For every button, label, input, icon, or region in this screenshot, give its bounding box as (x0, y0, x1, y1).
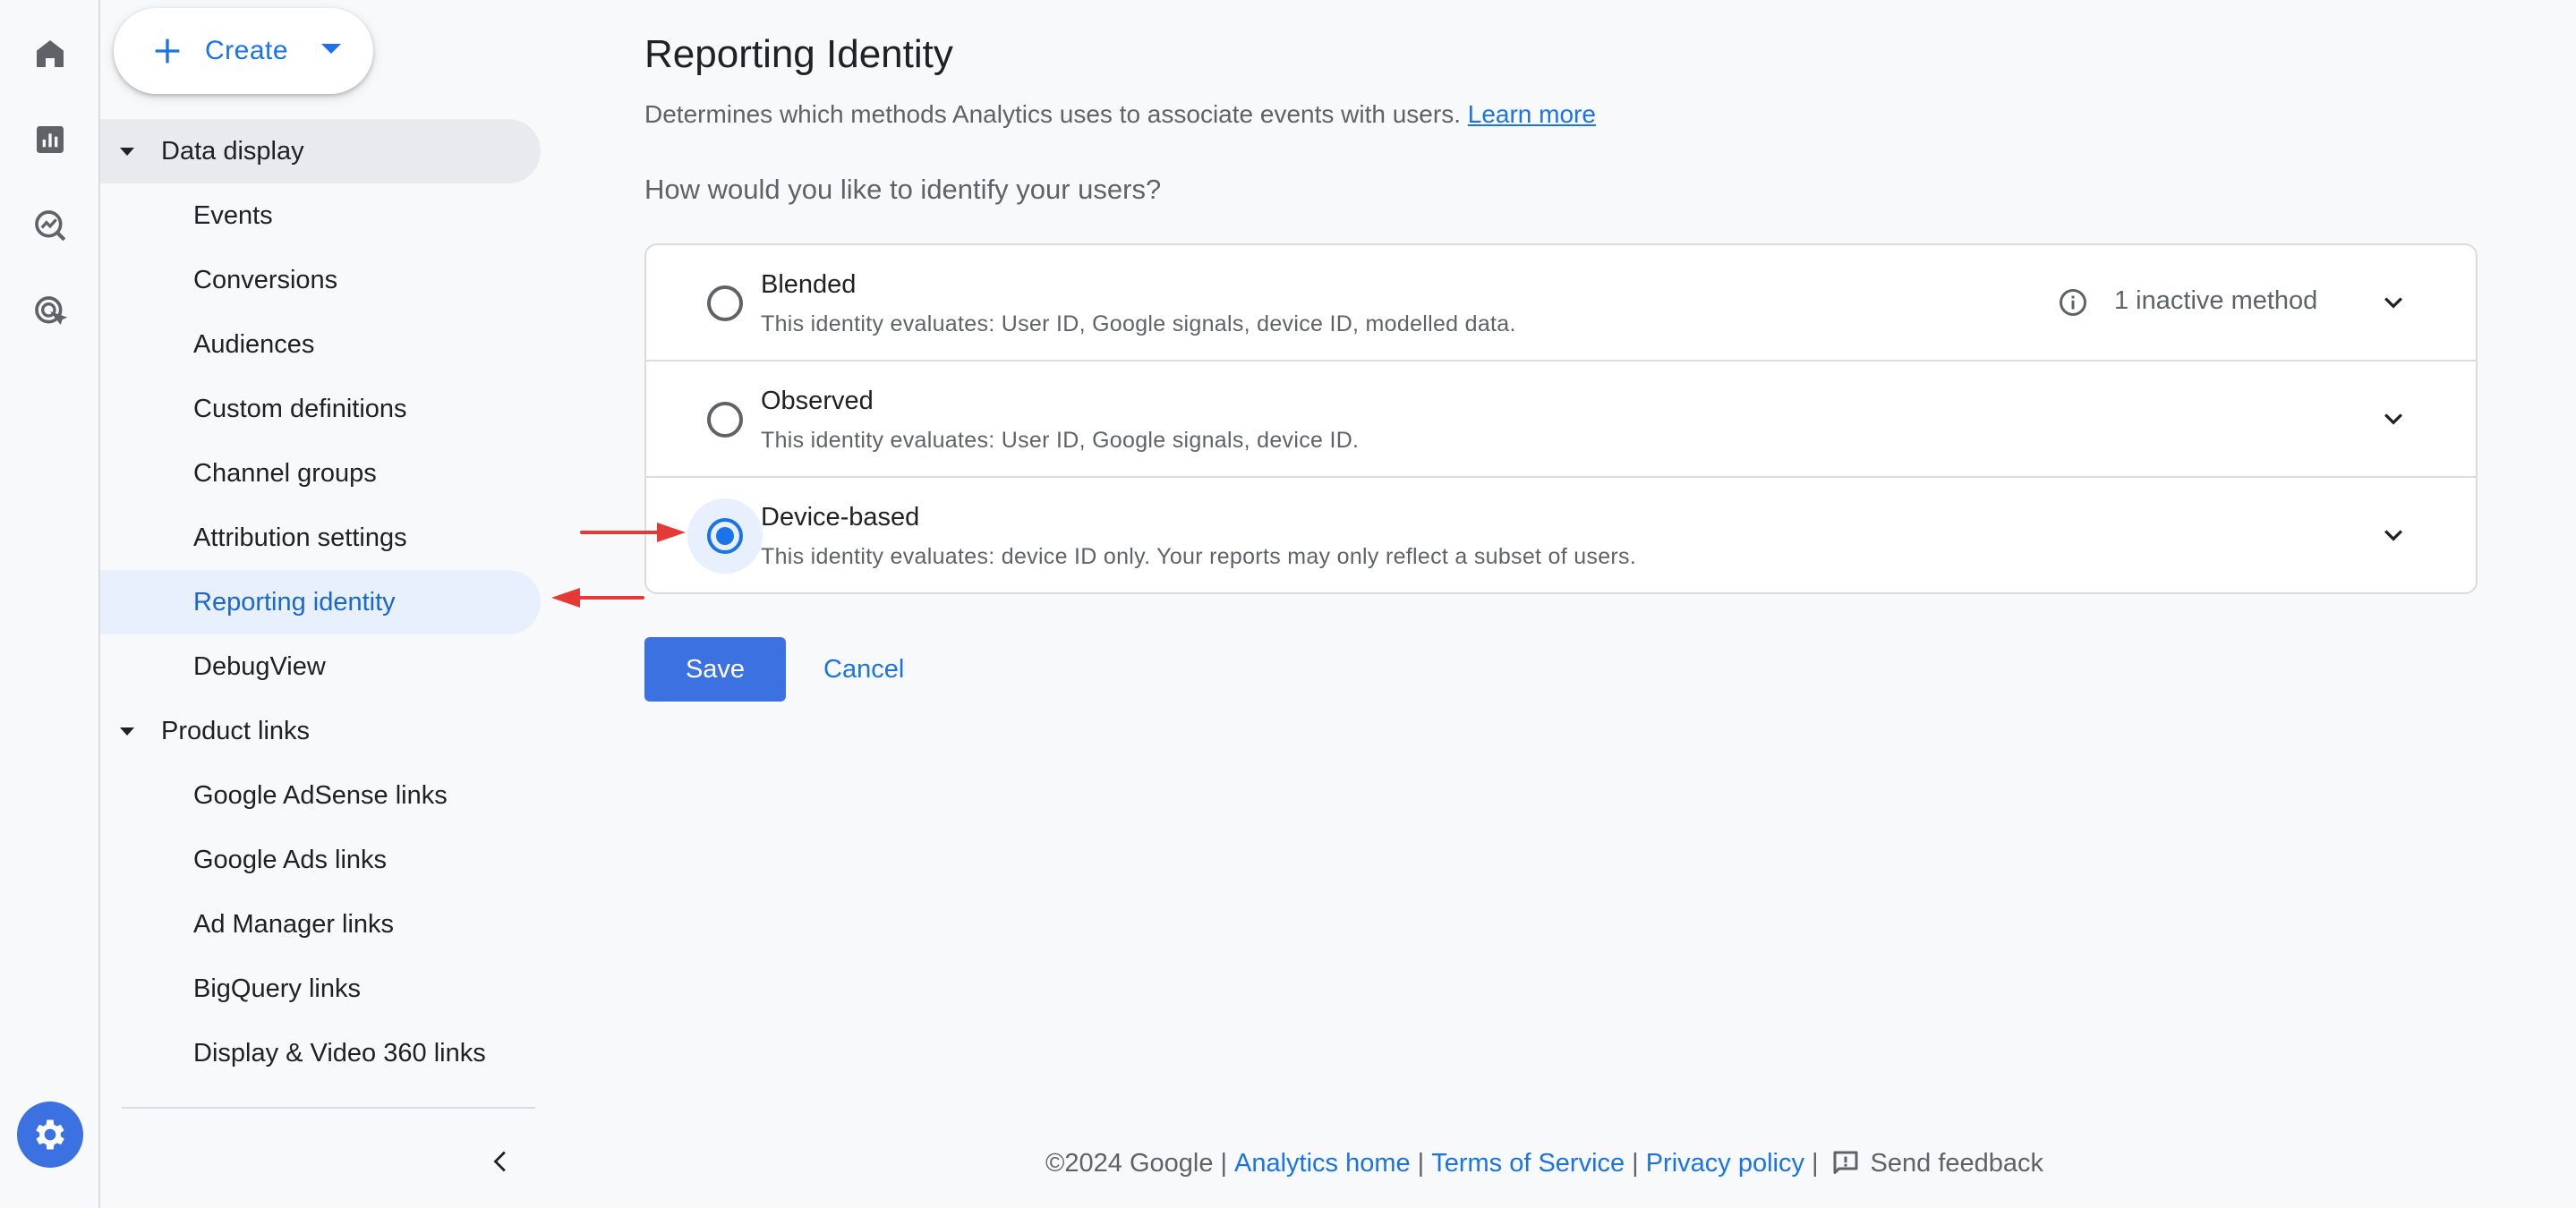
feedback-icon (1833, 1151, 1858, 1174)
icon-rail (0, 0, 100, 1208)
gear-icon[interactable] (17, 1102, 83, 1168)
radio-blended[interactable] (687, 266, 763, 341)
footer-separator: | (1811, 1148, 1819, 1178)
option-subtitle: This identity evaluates: User ID, Google… (761, 311, 1516, 336)
nav-item-events[interactable]: Events (100, 183, 541, 248)
nav-item-ad-manager-links[interactable]: Ad Manager links (100, 892, 541, 957)
advertising-icon[interactable] (21, 283, 79, 340)
option-title: Device-based (761, 503, 920, 532)
nav-item-attribution-settings[interactable]: Attribution settings (100, 506, 541, 570)
nav-group-label: Data display (161, 136, 304, 166)
footer-separator: | (1632, 1148, 1639, 1178)
option-title: Blended (761, 270, 857, 299)
nav-item-audiences[interactable]: Audiences (100, 312, 541, 377)
app-root: Create Data display Events Conversions A… (0, 0, 2576, 1208)
nav-item-adsense-links[interactable]: Google AdSense links (100, 763, 541, 828)
nav-item-debugview[interactable]: DebugView (100, 634, 541, 699)
nav-item-conversions[interactable]: Conversions (100, 248, 541, 312)
caret-down-icon[interactable] (321, 44, 341, 54)
identity-options: Blended This identity evaluates: User ID… (644, 243, 2478, 594)
nav-group-product-links[interactable]: Product links (100, 699, 541, 763)
option-subtitle: This identity evaluates: device ID only.… (761, 544, 1637, 569)
info-icon[interactable] (2057, 286, 2089, 319)
chevron-down-icon[interactable] (2376, 285, 2411, 320)
nav-item-google-ads-links[interactable]: Google Ads links (100, 828, 541, 892)
create-button[interactable]: Create (114, 8, 373, 94)
radio-device-based[interactable] (687, 498, 763, 574)
option-title: Observed (761, 387, 874, 415)
identity-question: How would you like to identify your user… (644, 174, 1162, 205)
terms-link[interactable]: Terms of Service (1431, 1149, 1625, 1178)
inactive-method-note: 1 inactive method (2114, 286, 2318, 315)
chevron-down-icon[interactable] (2376, 517, 2411, 553)
chevron-left-icon (493, 1151, 506, 1172)
chevron-down-icon[interactable] (2376, 401, 2411, 437)
create-button-label: Create (205, 36, 289, 65)
send-feedback-link[interactable]: Send feedback (1871, 1149, 2043, 1178)
nav-item-channel-groups[interactable]: Channel groups (100, 441, 541, 506)
nav-group-data-display[interactable]: Data display (100, 119, 541, 183)
explore-icon[interactable] (21, 197, 79, 254)
description-text: Determines which methods Analytics uses … (644, 100, 1461, 128)
option-observed[interactable]: Observed This identity evaluates: User I… (646, 362, 2476, 478)
footer: ©2024 Google | Analytics home | Terms of… (1045, 1147, 2043, 1179)
admin-nav: Create Data display Events Conversions A… (100, 0, 546, 1208)
analytics-home-link[interactable]: Analytics home (1234, 1149, 1411, 1178)
annotation-arrow-left (551, 588, 644, 608)
option-device-based[interactable]: Device-based This identity evaluates: de… (646, 478, 2476, 592)
caret-down-icon (120, 147, 134, 156)
option-blended[interactable]: Blended This identity evaluates: User ID… (646, 245, 2476, 362)
plus-icon (155, 38, 180, 64)
nav-item-custom-definitions[interactable]: Custom definitions (100, 377, 541, 441)
nav-item-bigquery-links[interactable]: BigQuery links (100, 957, 541, 1021)
copyright: ©2024 Google (1045, 1148, 1214, 1178)
caret-down-icon (120, 727, 134, 736)
privacy-link[interactable]: Privacy policy (1646, 1149, 1804, 1178)
nav-item-reporting-identity[interactable]: Reporting identity (100, 570, 541, 634)
nav-group-label: Product links (161, 716, 311, 745)
footer-separator: | (1417, 1148, 1425, 1178)
save-button[interactable]: Save (644, 637, 786, 702)
option-subtitle: This identity evaluates: User ID, Google… (761, 428, 1360, 453)
page-description: Determines which methods Analytics uses … (644, 100, 1596, 129)
nav-divider (122, 1107, 535, 1109)
page-title: Reporting Identity (644, 32, 953, 76)
home-icon[interactable] (21, 25, 79, 82)
annotation-arrow-right (580, 523, 686, 542)
radio-observed[interactable] (687, 382, 763, 457)
cancel-button[interactable]: Cancel (816, 637, 911, 702)
collapse-nav-button[interactable] (476, 1136, 526, 1187)
footer-separator: | (1220, 1148, 1227, 1178)
learn-more-link[interactable]: Learn more (1468, 100, 1596, 128)
nav-item-dv360-links[interactable]: Display & Video 360 links (100, 1021, 541, 1085)
reports-icon[interactable] (21, 111, 79, 168)
